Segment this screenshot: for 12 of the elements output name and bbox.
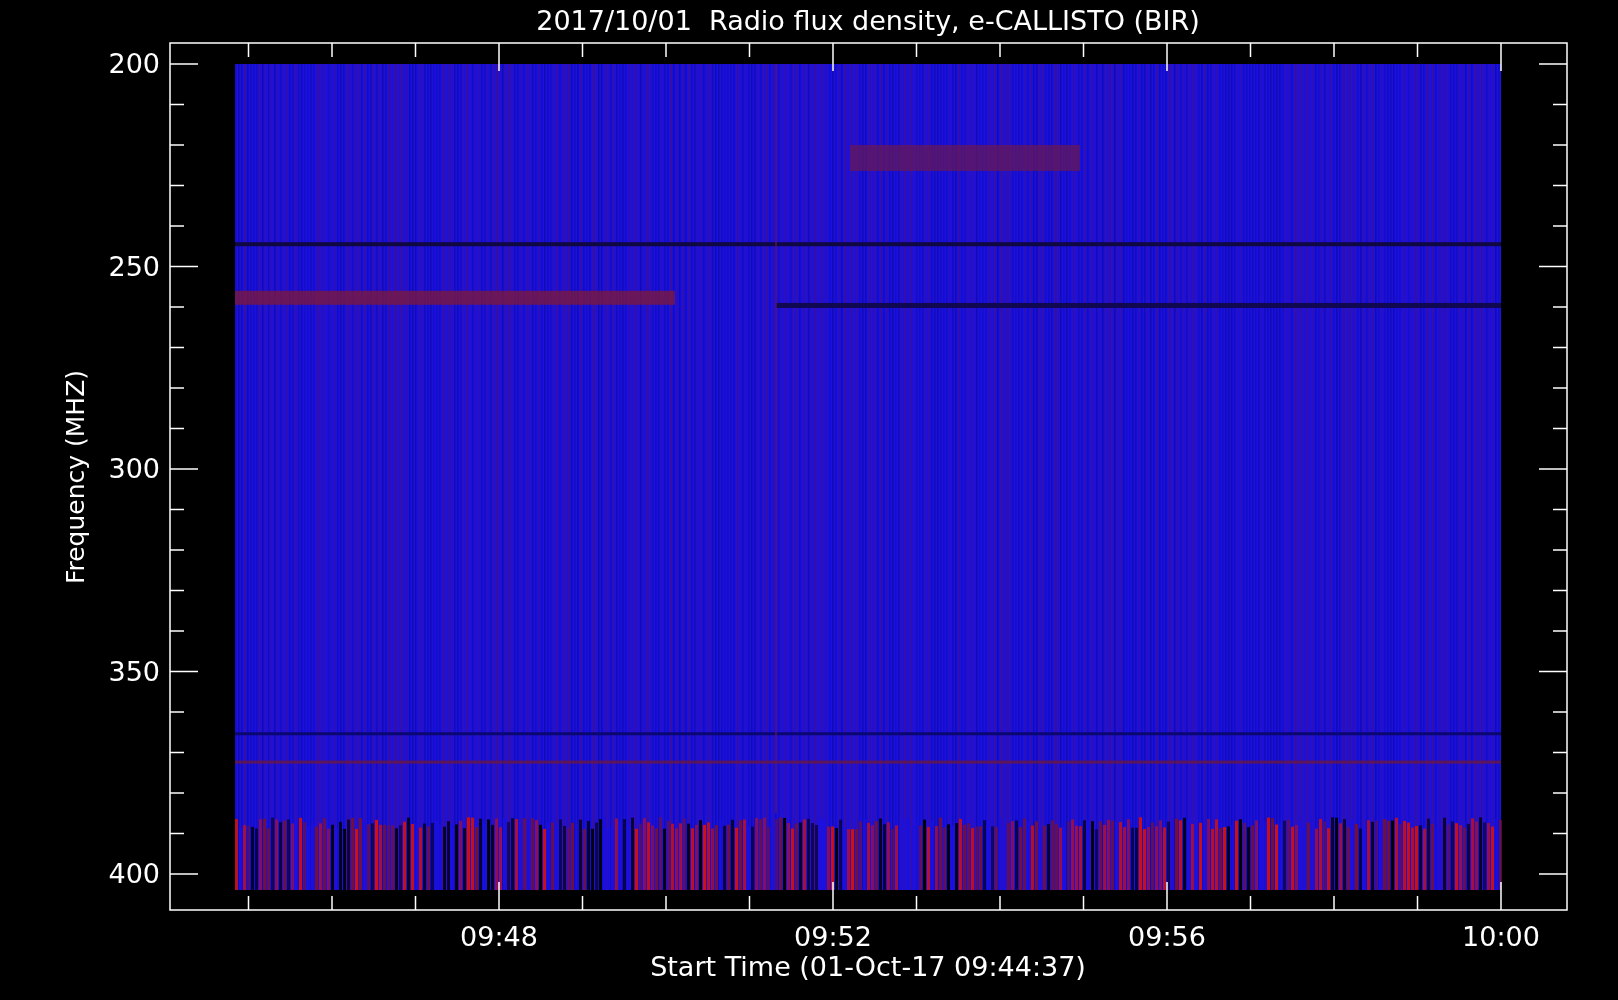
y-tick-label: 200 xyxy=(108,48,160,79)
x-tick-label: 09:56 xyxy=(1128,921,1206,952)
y-tick-label: 250 xyxy=(108,250,160,282)
chart-title: 2017/10/01 Radio flux density, e-CALLISTO (BIR) xyxy=(536,5,1200,36)
y-tick-label: 350 xyxy=(108,655,160,687)
y-tick-label: 400 xyxy=(108,858,160,889)
y-axis-label: Frequency (MHZ) xyxy=(61,369,90,585)
x-tick-label: 10:00 xyxy=(1462,921,1540,952)
x-tick-label: 09:48 xyxy=(460,921,538,952)
x-tick-label: 09:52 xyxy=(794,921,872,952)
y-tick-label: 300 xyxy=(108,453,160,484)
x-axis-label: Start Time (01-Oct-17 09:44:37) xyxy=(650,951,1086,982)
